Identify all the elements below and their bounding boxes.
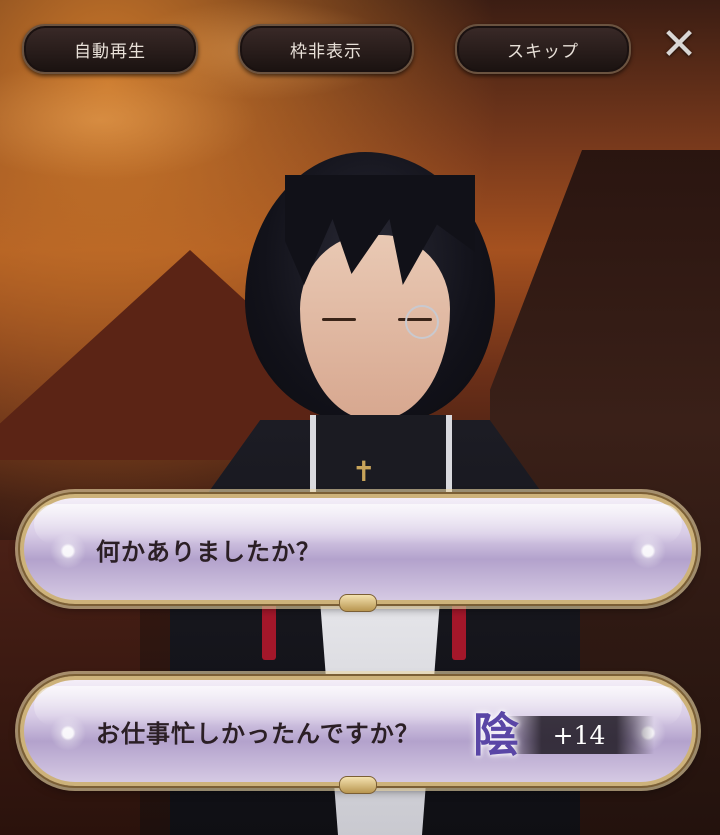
- skip-button[interactable]: スキップ: [455, 24, 631, 74]
- gold-clasp-ornament: [339, 594, 377, 612]
- gold-clasp-ornament: [339, 776, 377, 794]
- sakura-ornament-icon: [50, 533, 86, 569]
- skip-label: スキップ: [507, 41, 579, 62]
- hide-frame-button[interactable]: 枠非表示: [238, 24, 414, 74]
- monocle-glasses: [405, 305, 439, 339]
- cross-emblem: ✝: [352, 455, 376, 488]
- choice-text: お仕事忙しかったんですか？: [96, 719, 420, 748]
- close-icon[interactable]: ✕: [656, 22, 702, 68]
- choice-text: 何かありましたか？: [96, 537, 321, 566]
- auto-play-label: 自動再生: [74, 41, 146, 62]
- character-collar: [310, 415, 452, 495]
- choice-option-1[interactable]: 何かありましたか？: [20, 494, 696, 612]
- sakura-ornament-icon: [50, 715, 86, 751]
- yin-attribute-badge: 陰: [473, 708, 519, 762]
- sakura-ornament-icon: [630, 533, 666, 569]
- red-tassel: [452, 600, 466, 660]
- choice-option-2[interactable]: お仕事忙しかったんですか？ +14 陰: [20, 676, 696, 794]
- character-eye-left: [322, 318, 356, 321]
- auto-play-button[interactable]: 自動再生: [22, 24, 198, 74]
- hide-frame-label: 枠非表示: [290, 41, 362, 62]
- red-tassel: [262, 600, 276, 660]
